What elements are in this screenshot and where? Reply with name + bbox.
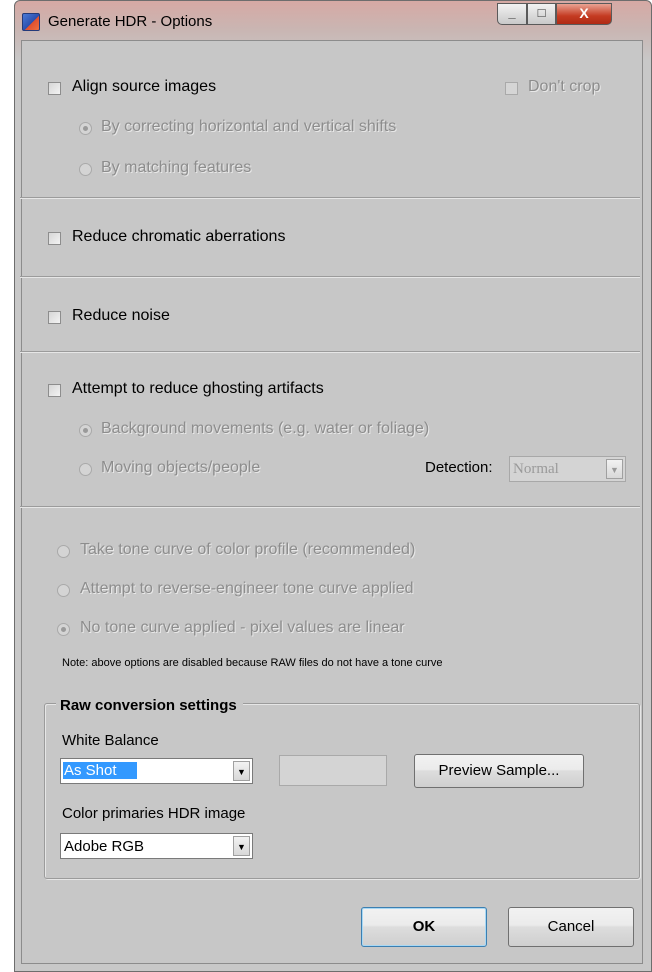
dont-crop-checkbox[interactable]	[505, 82, 518, 95]
ghost-background-label: Background movements (e.g. water or foli…	[101, 420, 430, 437]
maximize-icon: □	[537, 5, 546, 20]
close-icon: X	[579, 5, 589, 21]
align-source-images-checkbox[interactable]	[48, 82, 61, 95]
separator	[20, 276, 640, 278]
chevron-down-icon: ▼	[233, 761, 250, 781]
color-primaries-dropdown[interactable]: Adobe RGB ▼	[60, 833, 253, 859]
reduce-chromatic-checkbox[interactable]	[48, 232, 61, 245]
ok-button[interactable]: OK	[361, 907, 487, 947]
color-primaries-label: Color primaries HDR image	[62, 805, 246, 822]
reduce-noise-checkbox[interactable]	[48, 311, 61, 324]
close-button[interactable]: X	[556, 3, 612, 25]
tone-profile-radio[interactable]	[57, 545, 70, 558]
white-balance-value: As Shot	[63, 762, 137, 779]
white-balance-dropdown[interactable]: As Shot ▼	[60, 758, 253, 784]
detection-value: Normal	[513, 461, 559, 477]
tone-linear-label: No tone curve applied - pixel values are…	[80, 619, 405, 636]
chevron-down-icon: ▼	[233, 836, 250, 856]
white-balance-label: White Balance	[62, 732, 159, 749]
tone-linear-radio[interactable]	[57, 623, 70, 636]
reduce-chromatic-label: Reduce chromatic aberrations	[72, 228, 286, 245]
align-source-images-label: Align source images	[72, 78, 217, 95]
reduce-ghosting-label: Attempt to reduce ghosting artifacts	[72, 380, 324, 397]
detection-dropdown[interactable]: Normal ▼	[509, 456, 626, 482]
separator	[20, 351, 640, 353]
align-features-radio[interactable]	[79, 163, 92, 176]
detection-label: Detection:	[425, 459, 493, 476]
minimize-icon: _	[508, 5, 516, 20]
align-shifts-radio[interactable]	[79, 122, 92, 135]
tone-reverse-label: Attempt to reverse-engineer tone curve a…	[80, 580, 414, 597]
preview-sample-button[interactable]: Preview Sample...	[414, 754, 584, 788]
reduce-noise-label: Reduce noise	[72, 307, 170, 324]
raw-conversion-title: Raw conversion settings	[56, 697, 243, 714]
ghost-moving-label: Moving objects/people	[101, 459, 261, 476]
dont-crop-label: Don't crop	[528, 78, 601, 95]
title-bar[interactable]: Generate HDR - Options _ □ X	[15, 1, 651, 41]
chevron-down-icon: ▼	[606, 459, 623, 479]
align-shifts-label: By correcting horizontal and vertical sh…	[101, 118, 397, 135]
maximize-button[interactable]: □	[527, 3, 556, 25]
separator	[20, 197, 640, 199]
minimize-button[interactable]: _	[497, 3, 527, 25]
reduce-ghosting-checkbox[interactable]	[48, 384, 61, 397]
separator	[20, 506, 640, 508]
ghost-moving-radio[interactable]	[79, 463, 92, 476]
tone-profile-label: Take tone curve of color profile (recomm…	[80, 541, 416, 558]
color-primaries-value: Adobe RGB	[64, 838, 145, 855]
align-features-label: By matching features	[101, 159, 252, 176]
tone-curve-note: Note: above options are disabled because…	[62, 657, 443, 669]
tone-reverse-radio[interactable]	[57, 584, 70, 597]
ghost-background-radio[interactable]	[79, 424, 92, 437]
window-title: Generate HDR - Options	[48, 13, 213, 30]
cancel-button[interactable]: Cancel	[508, 907, 634, 947]
app-icon	[22, 13, 40, 31]
white-balance-value-field[interactable]	[279, 755, 387, 786]
